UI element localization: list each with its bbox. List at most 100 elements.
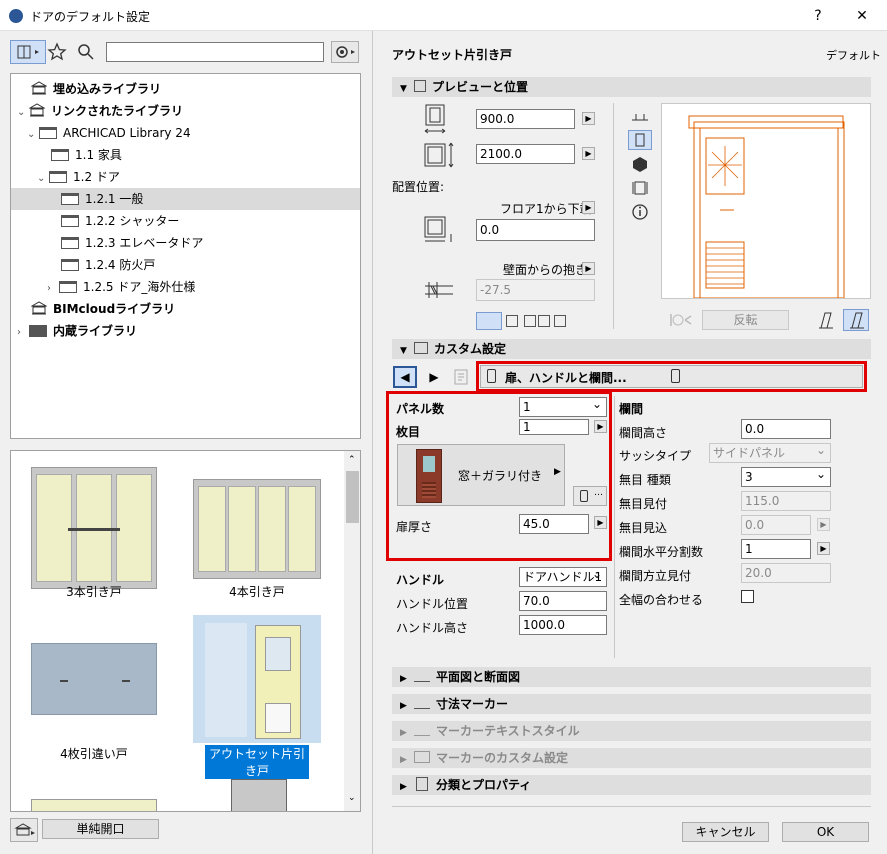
tree-item-overseas[interactable]: › 1.2.5 ドア_海外仕様: [11, 276, 360, 298]
full-width-checkbox[interactable]: [741, 590, 754, 603]
scroll-thumb[interactable]: [346, 471, 359, 523]
thumbnail-scrollbar[interactable]: ⌃ ⌄: [344, 451, 360, 811]
help-button[interactable]: ?: [798, 4, 838, 28]
tree-item-builtin[interactable]: › 内蔵ライブラリ: [11, 320, 360, 342]
section-marker-custom[interactable]: ▶ マーカーのカスタム設定: [392, 748, 871, 768]
width-input[interactable]: 900.0: [476, 109, 575, 129]
tree-item-furniture[interactable]: 1.1 家具: [11, 144, 360, 166]
chevron-down-icon[interactable]: ⌄: [17, 102, 29, 124]
floor-offset-input[interactable]: 0.0: [476, 219, 595, 241]
section-view-icon[interactable]: [628, 178, 652, 198]
library-building-icon: [31, 81, 47, 95]
tree-label: 1.2.5 ドア_海外仕様: [83, 280, 196, 294]
page-selector[interactable]: 扉、ハンドルと欄間...: [480, 365, 863, 388]
panel-style-picker[interactable]: 窓＋ガラリ付き ▶: [397, 444, 565, 506]
settings-button[interactable]: [331, 41, 359, 63]
tree-item-fire-door[interactable]: 1.2.4 防火戸: [11, 254, 360, 276]
close-button[interactable]: ✕: [842, 4, 882, 28]
marker-text-icon: [414, 724, 430, 736]
tree-item-general[interactable]: 1.2.1 一般: [11, 188, 360, 210]
footer-divider: [392, 806, 871, 807]
height-arrow-icon[interactable]: ▶: [582, 147, 595, 160]
chevron-right-icon: ▶: [400, 728, 407, 738]
thumb-3-sliding[interactable]: [31, 467, 157, 589]
leaf-index-input[interactable]: 1: [519, 419, 589, 435]
section-dimension-marker[interactable]: ▶ 寸法マーカー: [392, 694, 871, 714]
flip-button[interactable]: 反転: [702, 310, 789, 330]
leaf-arrow-icon[interactable]: ▶: [594, 420, 607, 433]
mullion-type-select[interactable]: 3: [741, 465, 831, 487]
mullion-face-input[interactable]: 115.0: [741, 491, 831, 511]
3d-view-icon[interactable]: [628, 154, 652, 174]
search-icon[interactable]: [77, 43, 95, 61]
mullion-depth-arrow-icon[interactable]: ▶: [817, 518, 830, 531]
handle-type-select[interactable]: ドアハンドル1: [519, 565, 607, 587]
wall-reveal-input[interactable]: -27.5: [476, 279, 595, 301]
leaf-thickness-input[interactable]: 45.0: [519, 514, 589, 534]
thumb-partial[interactable]: [231, 779, 287, 811]
divisions-arrow-icon[interactable]: ▶: [817, 542, 830, 555]
panel-detail-button[interactable]: …: [573, 486, 607, 506]
anchor-left-icon[interactable]: [506, 315, 518, 327]
tree-item-embedded[interactable]: 埋め込みライブラリ: [11, 78, 360, 100]
anchor-core-icon[interactable]: [554, 315, 566, 327]
ok-button[interactable]: OK: [782, 822, 869, 842]
section-plan-section[interactable]: ▶ 平面図と断面図: [392, 667, 871, 687]
plan-view-icon[interactable]: [628, 106, 652, 126]
tree-item-linked[interactable]: ⌄ リンクされたライブラリ: [11, 100, 360, 122]
window-title: ドアのデフォルト設定: [30, 10, 151, 24]
section-classification[interactable]: ▶ 分類とプロパティ: [392, 775, 871, 795]
prev-page-button[interactable]: ◀: [393, 366, 417, 388]
chevron-right-icon[interactable]: ›: [17, 322, 29, 344]
sash-type-select[interactable]: サイドパネル: [709, 441, 831, 463]
section-preview[interactable]: ▼ プレビューと位置: [392, 77, 871, 97]
thumb-outset-sliding[interactable]: [193, 615, 321, 743]
panel-count-select[interactable]: 1: [519, 395, 607, 417]
handle-height-label: ハンドル高さ: [396, 621, 469, 635]
cancel-button[interactable]: キャンセル: [682, 822, 769, 842]
transom-height-input[interactable]: 0.0: [741, 419, 831, 439]
thumb-4-double-sliding[interactable]: [31, 643, 157, 715]
tree-item-shutter[interactable]: 1.2.2 シャッター: [11, 210, 360, 232]
section-marker-text-style[interactable]: ▶ マーカーテキストスタイル: [392, 721, 871, 741]
tree-item-bimcloud[interactable]: BIMcloudライブラリ: [11, 298, 360, 320]
chevron-right-icon[interactable]: ›: [47, 278, 59, 300]
next-page-button[interactable]: ▶: [422, 366, 446, 388]
library-mode-button[interactable]: [10, 40, 46, 64]
floor-ref-arrow-icon[interactable]: ▶: [582, 201, 595, 214]
chevron-down-icon[interactable]: ⌄: [27, 124, 39, 146]
splitter[interactable]: [372, 31, 373, 854]
handle-position-input[interactable]: 70.0: [519, 591, 607, 611]
simple-opening-button[interactable]: 単純開口: [42, 819, 159, 839]
width-arrow-icon[interactable]: ▶: [582, 112, 595, 125]
anchor-both-icon[interactable]: [476, 312, 502, 330]
handle-height-input[interactable]: 1000.0: [519, 615, 607, 635]
folder-icon: [61, 215, 79, 227]
transom-divisions-input[interactable]: 1: [741, 539, 811, 559]
library-manager-button[interactable]: [10, 818, 38, 842]
info-icon[interactable]: [628, 202, 652, 222]
tree-item-archicad-library[interactable]: ⌄ ARCHICAD Library 24: [11, 122, 360, 144]
anchor-right-icon[interactable]: [538, 315, 550, 327]
flip-right-icon[interactable]: [843, 309, 869, 331]
anchor-center-icon[interactable]: [524, 315, 536, 327]
scroll-up-icon[interactable]: ⌃: [348, 455, 356, 465]
thickness-arrow-icon[interactable]: ▶: [594, 516, 607, 529]
elevation-view-icon[interactable]: [628, 130, 652, 150]
flip-left-icon[interactable]: [815, 310, 837, 330]
section-label: 寸法マーカー: [436, 697, 509, 711]
search-input[interactable]: [106, 42, 324, 62]
thumb-partial[interactable]: [31, 799, 157, 811]
mullion-depth-input[interactable]: 0.0: [741, 515, 811, 535]
favorites-star-icon[interactable]: [47, 42, 67, 62]
edit-page-icon[interactable]: [452, 367, 472, 387]
wall-ref-arrow-icon[interactable]: ▶: [582, 262, 595, 275]
thumb-4-sliding[interactable]: [193, 479, 321, 579]
section-custom[interactable]: ▼ カスタム設定: [392, 339, 871, 359]
scroll-down-icon[interactable]: ⌄: [348, 793, 356, 803]
height-input[interactable]: 2100.0: [476, 144, 575, 164]
transom-mullion-face-input[interactable]: 20.0: [741, 563, 831, 583]
chevron-down-icon[interactable]: ⌄: [37, 168, 49, 190]
tree-item-elevator[interactable]: 1.2.3 エレベータドア: [11, 232, 360, 254]
tree-item-doors[interactable]: ⌄ 1.2 ドア: [11, 166, 360, 188]
